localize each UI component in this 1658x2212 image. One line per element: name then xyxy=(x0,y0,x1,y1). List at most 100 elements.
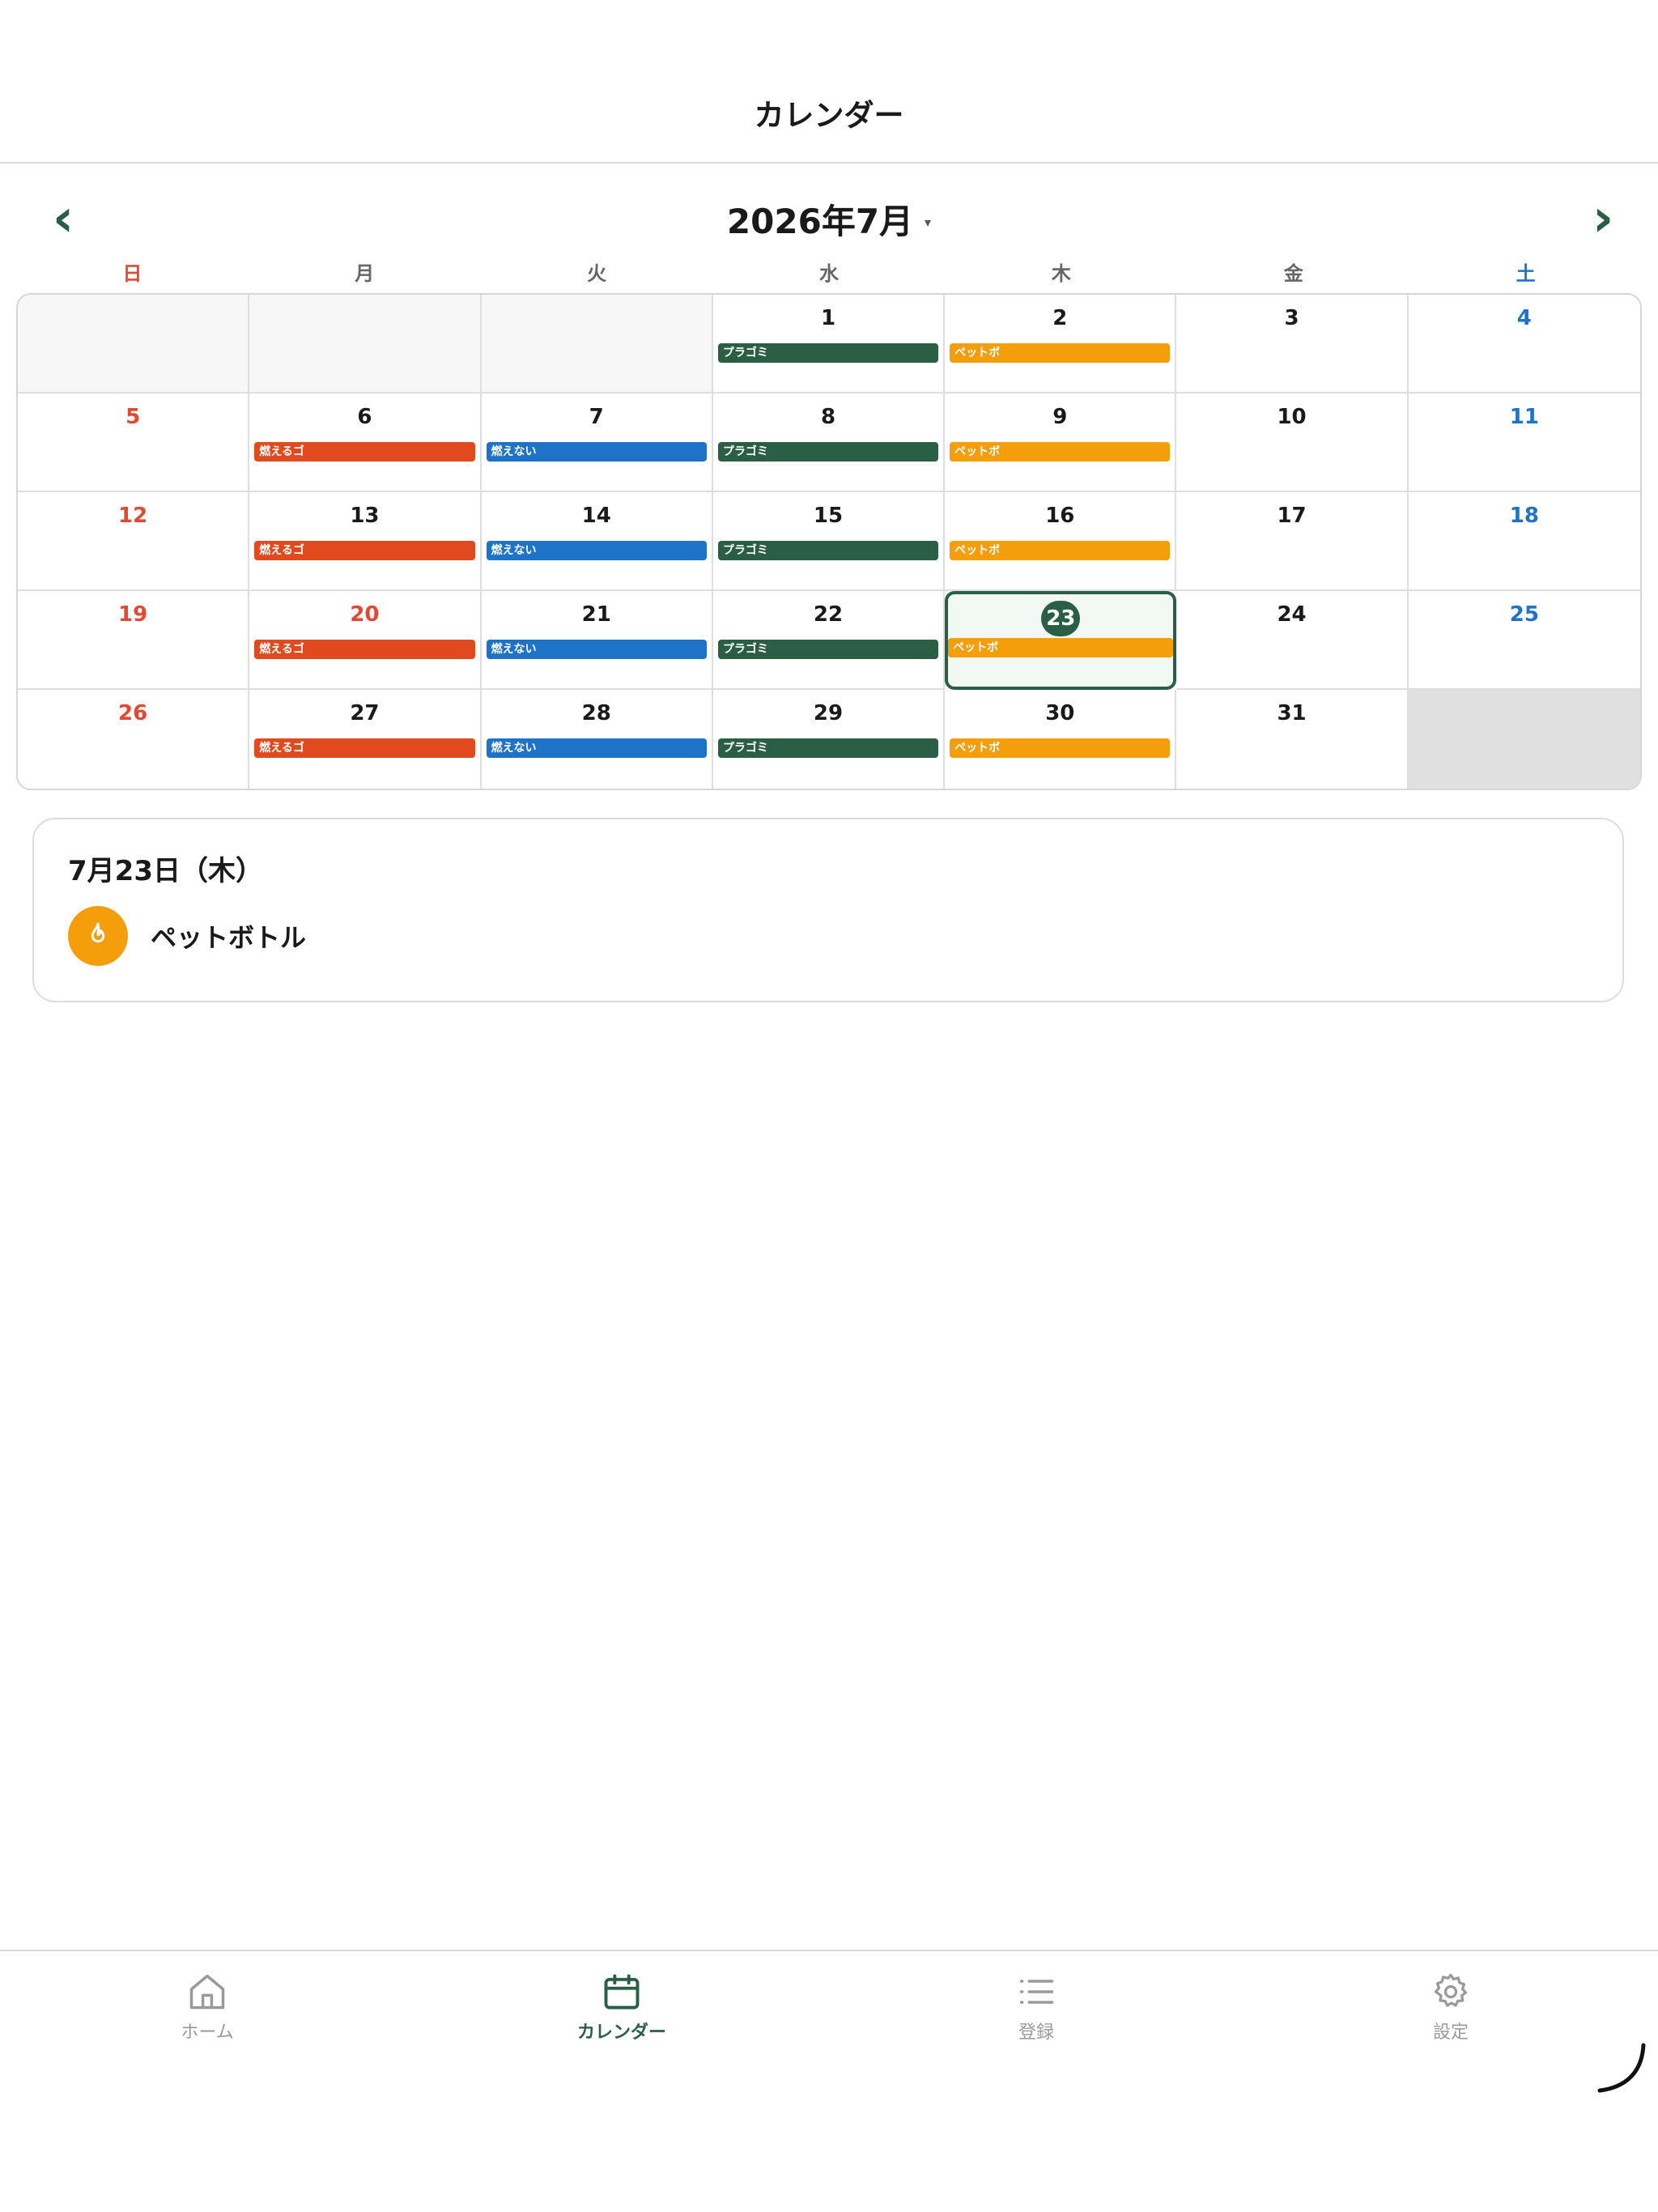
calendar-day-number-text: 16 xyxy=(1045,504,1075,528)
calendar-day-cell[interactable]: 14 燃えない xyxy=(481,492,713,591)
calendar-day-number-text: 15 xyxy=(813,504,844,528)
weekday-header: 日 月 火 水 木 金 土 xyxy=(16,257,1642,290)
calendar-day-number-text: 3 xyxy=(1284,306,1299,330)
calendar-day-number-text: 5 xyxy=(125,405,141,429)
calendar-day-number: 15 xyxy=(713,504,943,528)
garbage-tag: 燃えない xyxy=(486,442,707,462)
calendar-day-number: 9 xyxy=(945,405,1175,429)
tab-home[interactable]: ホーム xyxy=(0,1951,414,2063)
tab-bar: ホーム カレンダー 登録 設定 xyxy=(0,1950,1658,2063)
garbage-tag: ペットボ xyxy=(950,738,1171,758)
tab-home-label: ホーム xyxy=(181,2023,234,2043)
calendar-day-cell[interactable]: 4 xyxy=(1408,295,1640,393)
tab-register[interactable]: 登録 xyxy=(829,1951,1244,2063)
calendar-day-cell[interactable]: 12 xyxy=(18,492,250,591)
calendar-day-number-text: 24 xyxy=(1277,602,1307,627)
garbage-tag: プラゴミ xyxy=(717,442,939,462)
calendar-day-cell[interactable]: 6 燃えるゴ xyxy=(249,393,482,492)
calendar-day-cell[interactable]: 17 xyxy=(1176,492,1409,591)
calendar-day-cell[interactable]: 15 プラゴミ xyxy=(712,492,946,591)
calendar-icon xyxy=(604,1974,640,2010)
calendar-day-cell[interactable]: 20 燃えるゴ xyxy=(249,591,482,690)
calendar-day-cell[interactable]: 30 ペットボ xyxy=(945,690,1177,789)
tab-calendar[interactable]: カレンダー xyxy=(414,1951,829,2063)
calendar-day-cell[interactable]: 2 ペットボ xyxy=(945,295,1177,393)
calendar-day-number-text: 29 xyxy=(813,701,844,725)
calendar-day-cell[interactable]: 26 xyxy=(18,690,250,789)
calendar-day-number: 18 xyxy=(1409,504,1640,528)
calendar-day-cell[interactable]: 7 燃えない xyxy=(481,393,713,492)
calendar-day-number: 1 xyxy=(713,306,943,330)
garbage-tag: ペットボ xyxy=(948,638,1174,657)
calendar-day-cell[interactable]: 11 xyxy=(1408,393,1640,492)
garbage-tag: 燃えるゴ xyxy=(254,640,475,659)
calendar-day-cell[interactable]: 3 xyxy=(1176,295,1409,393)
detail-date: 7月23日（木） xyxy=(68,855,263,887)
calendar-day-number: 30 xyxy=(945,701,1175,725)
calendar-day-cell[interactable]: 29 プラゴミ xyxy=(712,690,946,789)
calendar-day-cell xyxy=(249,295,482,393)
detail-item[interactable]: ペットボトル xyxy=(68,906,307,966)
calendar-day-number-text: 19 xyxy=(118,602,148,627)
calendar-day-number-text: 30 xyxy=(1045,701,1075,725)
calendar-day-cell[interactable]: 16 ペットボ xyxy=(945,492,1177,591)
calendar-day-cell[interactable]: 24 xyxy=(1176,591,1409,690)
calendar-day-cell xyxy=(481,295,713,393)
app-header: カレンダー xyxy=(0,0,1658,164)
calendar-day-cell[interactable]: 19 xyxy=(18,591,250,690)
garbage-tag: プラゴミ xyxy=(717,738,939,758)
calendar-day-cell[interactable]: 1 プラゴミ xyxy=(712,295,946,393)
gear-icon xyxy=(1434,1973,1468,2007)
garbage-tag: 燃えるゴ xyxy=(254,541,475,560)
calendar-day-number-text: 11 xyxy=(1509,405,1539,429)
calendar-day-number-text: 22 xyxy=(813,602,844,627)
calendar-day-cell[interactable]: 9 ペットボ xyxy=(945,393,1177,492)
calendar-day-cell[interactable]: 5 xyxy=(18,393,250,492)
calendar-day-number-text: 18 xyxy=(1509,504,1539,528)
calendar-day-number-text: 28 xyxy=(581,701,611,725)
calendar-grid: 1 プラゴミ 2 ペットボ 3 4 5 6 燃えるゴ 7 燃えない 8 プラゴミ 9 ペットボ 10 11 12 1… xyxy=(16,293,1642,790)
calendar-day-number: 7 xyxy=(482,405,712,429)
calendar-day-number-text: 9 xyxy=(1052,405,1068,429)
calendar-day-cell[interactable]: 18 xyxy=(1408,492,1640,591)
garbage-tag: プラゴミ xyxy=(717,343,939,363)
calendar-day-number-text: 10 xyxy=(1277,405,1307,429)
calendar-day-cell[interactable]: 22 プラゴミ xyxy=(712,591,946,690)
calendar-day-number-text: 20 xyxy=(350,602,380,627)
page-title: カレンダー xyxy=(754,98,904,133)
calendar-day-cell[interactable]: 8 プラゴミ xyxy=(712,393,946,492)
calendar-day-number: 31 xyxy=(1176,701,1406,725)
weekday-monday: 月 xyxy=(355,262,375,285)
calendar-day-cell[interactable]: 23 ペットボ xyxy=(945,591,1177,690)
calendar-day-number-text: 13 xyxy=(350,504,380,528)
calendar-day-number: 5 xyxy=(18,405,248,429)
next-month-button[interactable]: › xyxy=(1571,186,1635,251)
weekday-saturday: 土 xyxy=(1516,262,1536,285)
calendar-day-cell[interactable]: 28 燃えない xyxy=(481,690,713,789)
month-navigation: ‹ 2026年7月 ▾ › xyxy=(0,186,1658,251)
garbage-tag: ペットボ xyxy=(950,541,1171,560)
garbage-tag: 燃えない xyxy=(486,541,707,560)
calendar-day-number-text: 26 xyxy=(118,701,148,725)
selected-day-detail: 7月23日（木） ペットボトル xyxy=(32,818,1624,1002)
calendar-day-number: 14 xyxy=(482,504,712,528)
calendar-day-number: 12 xyxy=(18,504,248,528)
detail-item-label: ペットボトル xyxy=(151,922,307,953)
calendar-day-cell xyxy=(18,295,250,393)
calendar-day-number: 22 xyxy=(713,602,943,627)
calendar-day-cell[interactable]: 13 燃えるゴ xyxy=(249,492,482,591)
calendar-day-cell[interactable]: 31 xyxy=(1176,690,1409,789)
list-icon xyxy=(1019,1980,1054,2004)
calendar-day-cell[interactable]: 21 燃えない xyxy=(481,591,713,690)
calendar-day-number: 19 xyxy=(18,602,248,627)
month-picker[interactable]: 2026年7月 ▾ xyxy=(0,186,1658,251)
calendar-day-cell[interactable]: 10 xyxy=(1176,393,1409,492)
calendar-day-number-text: 7 xyxy=(589,405,604,429)
calendar-day-cell[interactable]: 27 燃えるゴ xyxy=(249,690,482,789)
calendar-day-number-text: 25 xyxy=(1509,602,1539,627)
calendar-day-number-text: 8 xyxy=(820,405,836,429)
garbage-tag: 燃えるゴ xyxy=(254,442,475,462)
weekday-sunday: 日 xyxy=(122,262,142,285)
calendar-day-number: 11 xyxy=(1409,405,1640,429)
calendar-day-cell[interactable]: 25 xyxy=(1408,591,1640,690)
